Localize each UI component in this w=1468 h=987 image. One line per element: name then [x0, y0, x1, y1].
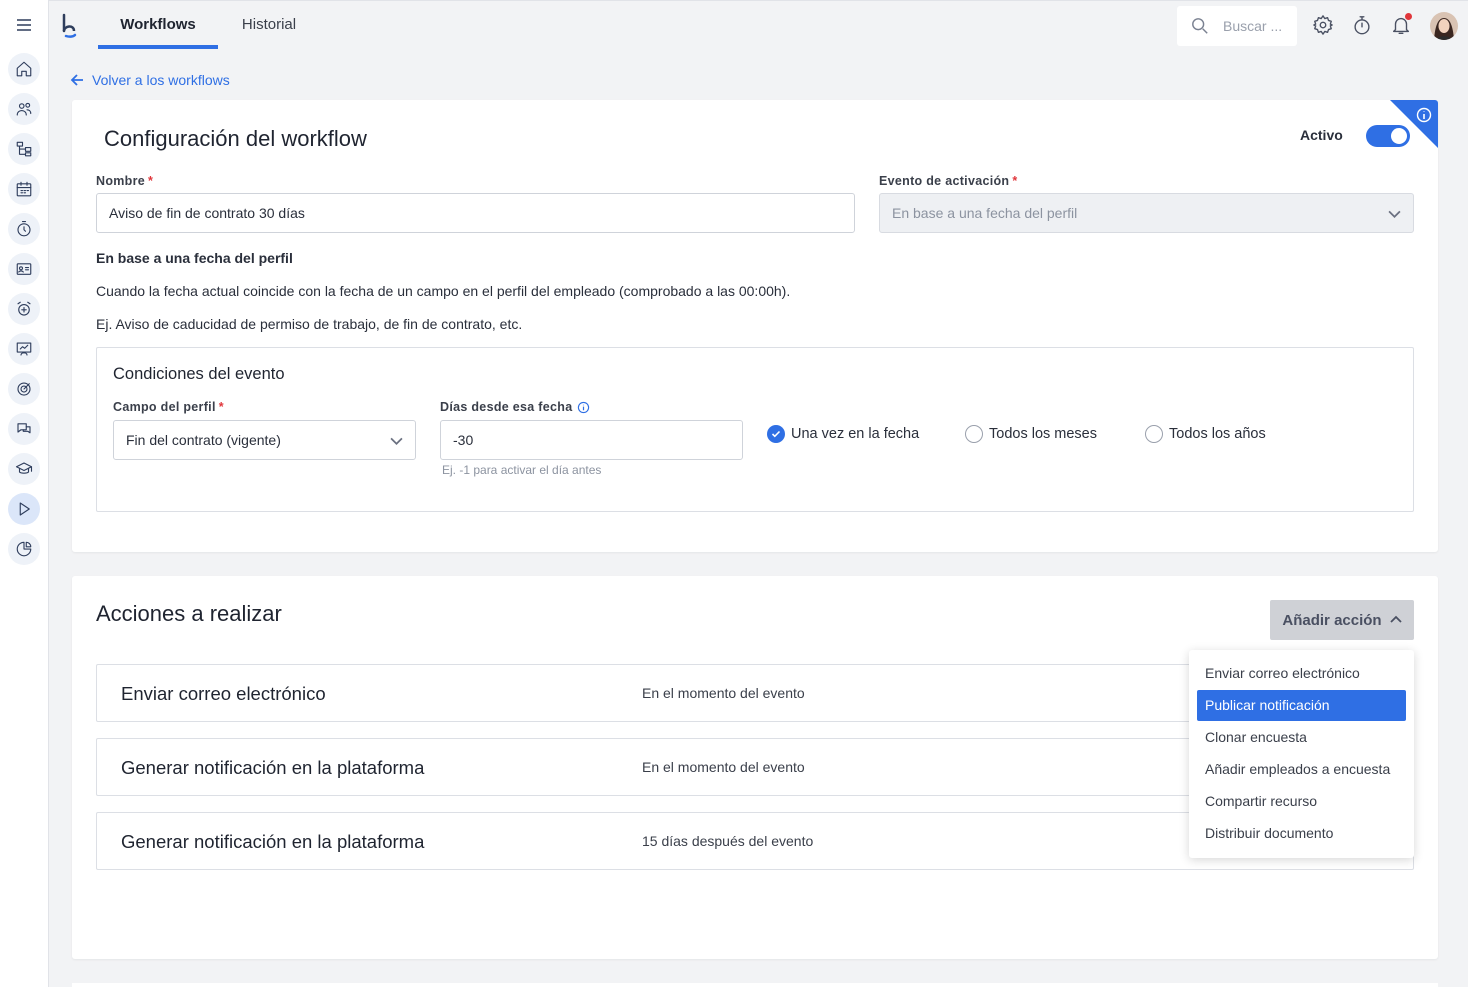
active-label: Activo: [1300, 127, 1343, 143]
notification-dot: [1405, 13, 1412, 20]
search-placeholder: Buscar ...: [1223, 18, 1283, 34]
play-icon: [19, 502, 30, 516]
sidebar-item-people[interactable]: [8, 93, 40, 125]
sidebar-item-chat[interactable]: [8, 413, 40, 445]
menu-item-publish-notification[interactable]: Publicar notificación: [1197, 690, 1406, 721]
performance-icon: [16, 342, 32, 356]
trigger-description: Cuando la fecha actual coincide con la f…: [96, 283, 791, 299]
chevron-down-icon: [1388, 210, 1401, 218]
radio-monthly[interactable]: Todos los meses: [965, 425, 1097, 443]
graduation-cap-icon: [15, 462, 33, 474]
target-icon: [17, 382, 31, 396]
sidebar-item-alarm[interactable]: [8, 293, 40, 325]
stopwatch-icon: [17, 220, 31, 237]
people-icon: [16, 102, 32, 116]
menu-item-clone-survey[interactable]: Clonar encuesta: [1197, 722, 1406, 753]
menu-item-distribute-document[interactable]: Distribuir documento: [1197, 818, 1406, 849]
action-timing: En el momento del evento: [642, 685, 805, 701]
name-field[interactable]: Aviso de fin de contrato 30 días: [96, 193, 855, 233]
search-icon: [1192, 18, 1208, 34]
chat-icon: [17, 423, 31, 434]
actions-title: Acciones a realizar: [96, 601, 282, 626]
action-name: Enviar correo electrónico: [121, 683, 326, 704]
sidebar-item-org-chart[interactable]: [8, 133, 40, 165]
gear-icon: [1313, 15, 1333, 35]
config-title: Configuración del workflow: [104, 126, 367, 151]
sidebar-item-reports[interactable]: [8, 533, 40, 565]
home-icon: [16, 61, 32, 77]
radio-circle-icon: [965, 425, 983, 443]
back-link-label: Volver a los workflows: [92, 72, 230, 88]
trigger-label: Evento de activación *: [879, 174, 1018, 188]
hamburger-icon[interactable]: [12, 14, 36, 36]
action-name: Generar notificación en la plataforma: [121, 757, 425, 778]
days-label: Días desde esa fecha: [440, 400, 590, 414]
info-icon[interactable]: [577, 401, 590, 414]
notifications-button[interactable]: [1390, 13, 1412, 36]
sidebar-item-calendar[interactable]: [8, 173, 40, 205]
search-input[interactable]: Buscar ...: [1177, 6, 1297, 46]
add-action-button[interactable]: Añadir acción: [1270, 600, 1414, 640]
trigger-example: Ej. Aviso de caducidad de permiso de tra…: [96, 316, 523, 332]
sidebar-item-performance[interactable]: [8, 333, 40, 365]
radio-circle-icon: [1145, 425, 1163, 443]
add-action-menu: Enviar correo electrónico Publicar notif…: [1189, 650, 1414, 858]
sidebar-item-id-card[interactable]: [8, 253, 40, 285]
sidebar-item-home[interactable]: [8, 53, 40, 85]
arrow-left-icon: [70, 74, 83, 86]
trigger-description-title: En base a una fecha del perfil: [96, 250, 293, 266]
sidebar-item-workflows[interactable]: [8, 493, 40, 525]
menu-item-add-employees-survey[interactable]: Añadir empleados a encuesta: [1197, 754, 1406, 785]
company-logo: [62, 13, 77, 38]
action-timing: En el momento del evento: [642, 759, 805, 775]
days-input[interactable]: -30: [440, 420, 743, 460]
action-name: Generar notificación en la plataforma: [121, 831, 425, 852]
info-icon[interactable]: [1416, 107, 1432, 123]
calendar-icon: [16, 181, 32, 197]
sidebar: [0, 0, 49, 987]
sidebar-item-goals[interactable]: [8, 373, 40, 405]
sidebar-item-time[interactable]: [8, 213, 40, 245]
top-bar: Workflows Historial Buscar ...: [49, 0, 1468, 49]
user-avatar[interactable]: [1430, 12, 1458, 40]
workflow-config-card: Configuración del workflow Activo Nombre…: [72, 100, 1438, 552]
tab-workflows[interactable]: Workflows: [98, 1, 218, 49]
alarm-icon: [17, 301, 31, 316]
profile-field-label: Campo del perfil *: [113, 400, 224, 414]
radio-check-icon: [767, 425, 785, 443]
profile-field-select[interactable]: Fin del contrato (vigente): [113, 420, 416, 460]
id-card-icon: [16, 263, 32, 275]
timer-button[interactable]: [1351, 14, 1373, 36]
org-chart-icon: [16, 141, 32, 157]
menu-item-share-resource[interactable]: Compartir recurso: [1197, 786, 1406, 817]
days-hint: Ej. -1 para activar el día antes: [442, 463, 602, 477]
settings-button[interactable]: [1312, 14, 1334, 36]
pie-chart-icon: [16, 541, 32, 557]
action-timing: 15 días después del evento: [642, 833, 814, 849]
radio-yearly[interactable]: Todos los años: [1145, 425, 1266, 443]
tab-historial[interactable]: Historial: [229, 1, 309, 49]
chevron-up-icon: [1389, 615, 1402, 623]
next-card-edge: [72, 983, 1438, 987]
conditions-title: Condiciones del evento: [113, 365, 285, 383]
name-label: Nombre *: [96, 174, 154, 188]
radio-once[interactable]: Una vez en la fecha: [767, 425, 919, 443]
stopwatch-icon: [1354, 16, 1370, 35]
back-to-workflows-link[interactable]: Volver a los workflows: [70, 72, 230, 88]
chevron-down-icon: [390, 437, 403, 445]
sidebar-item-training[interactable]: [8, 453, 40, 485]
trigger-select[interactable]: En base a una fecha del perfil: [879, 193, 1414, 233]
active-tab-indicator: [98, 45, 218, 49]
active-toggle[interactable]: [1366, 125, 1410, 147]
menu-item-send-email[interactable]: Enviar correo electrónico: [1197, 658, 1406, 689]
